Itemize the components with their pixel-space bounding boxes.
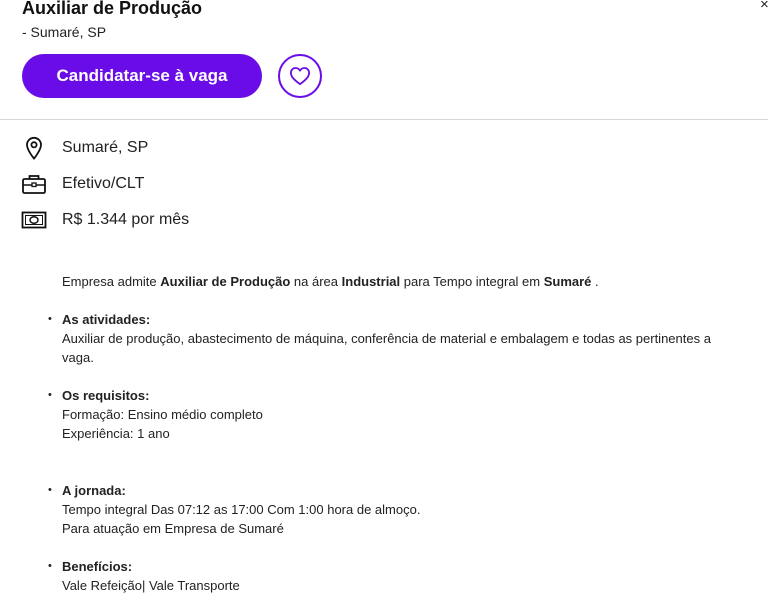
section-benefits: Benefícios: Vale Refeição| Vale Transpor…	[48, 557, 742, 595]
job-header: Auxiliar de Produção - Sumaré, SP × Cand…	[0, 0, 768, 120]
description-intro: Empresa admite Auxiliar de Produção na á…	[62, 272, 742, 291]
job-description: Empresa admite Auxiliar de Produção na á…	[48, 272, 742, 595]
section-activities: As atividades: Auxiliar de produção, aba…	[48, 310, 742, 367]
section-title: A jornada:	[62, 483, 126, 498]
intro-role: Auxiliar de Produção	[160, 274, 291, 289]
intro-text: Empresa admite	[62, 274, 161, 289]
detail-contract: Efetivo/CLT	[20, 172, 320, 196]
job-location-line: - Sumaré, SP	[22, 24, 107, 40]
section-line: Tempo integral Das 07:12 as 17:00 Com 1:…	[62, 502, 421, 517]
detail-contract-text: Efetivo/CLT	[62, 175, 145, 192]
map-pin-icon	[20, 136, 48, 160]
section-line: Experiência: 1 ano	[62, 426, 170, 441]
detail-location-text: Sumaré, SP	[62, 139, 149, 156]
intro-city: Sumaré	[543, 274, 592, 289]
intro-text: .	[591, 274, 599, 289]
section-title: Os requisitos:	[62, 388, 150, 403]
description-sections: As atividades: Auxiliar de produção, aba…	[48, 310, 742, 595]
detail-salary-text: R$ 1.344 por mês	[62, 211, 190, 228]
intro-area: Industrial	[341, 274, 401, 289]
intro-text: para Tempo integral em	[400, 274, 544, 289]
close-icon[interactable]: ×	[760, 0, 768, 12]
favorite-button[interactable]	[278, 54, 322, 98]
section-line: Auxiliar de produção, abastecimento de m…	[62, 331, 711, 365]
job-title: Auxiliar de Produção	[22, 0, 203, 18]
heart-icon	[289, 67, 310, 86]
section-line: Para atuação em Empresa de Sumaré	[62, 521, 284, 536]
section-title: Benefícios:	[62, 559, 133, 574]
apply-button[interactable]: Candidatar-se à vaga	[22, 54, 262, 98]
section-schedule: A jornada: Tempo integral Das 07:12 as 1…	[48, 481, 742, 538]
section-requirements: Os requisitos: Formação: Ensino médio co…	[48, 386, 742, 443]
section-line: Formação: Ensino médio completo	[62, 407, 263, 422]
intro-text: na área	[290, 274, 342, 289]
section-title: As atividades:	[62, 312, 151, 327]
section-line: Vale Refeição| Vale Transporte	[62, 578, 240, 593]
briefcase-icon	[20, 172, 48, 196]
banknote-icon	[20, 208, 48, 232]
detail-location: Sumaré, SP	[20, 136, 320, 160]
detail-salary: R$ 1.344 por mês	[20, 208, 320, 232]
